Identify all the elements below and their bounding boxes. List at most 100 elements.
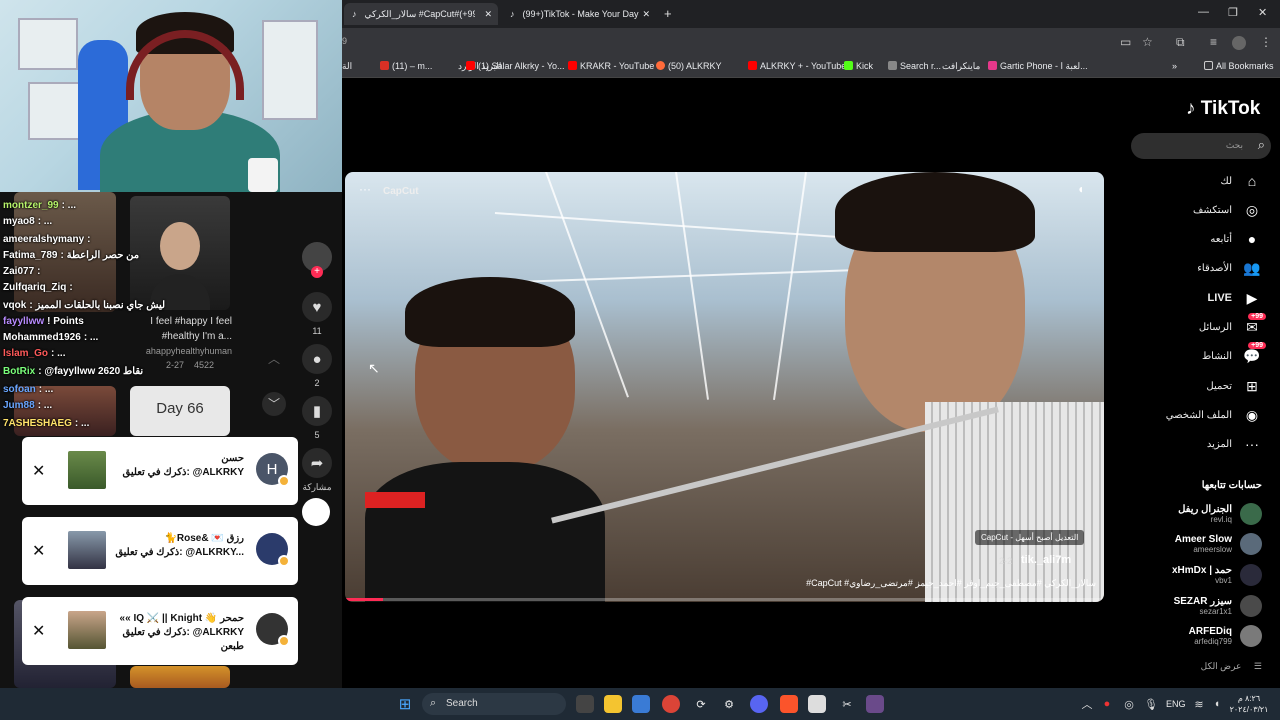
music-disc-icon[interactable] <box>302 498 330 526</box>
star-icon[interactable]: ☆ <box>1142 35 1153 49</box>
following-account[interactable]: الجنرال ريفل revl.iq <box>1178 500 1262 528</box>
minimize-button[interactable]: — <box>1198 6 1209 18</box>
chat-username[interactable]: montzer_99 <box>3 200 59 211</box>
tray-icon[interactable]: ● <box>1098 695 1116 713</box>
bookmark-item[interactable]: (11) – m... <box>380 61 432 71</box>
following-account[interactable]: Ameer Slow ameerslow <box>1175 530 1262 558</box>
nav-item[interactable]: تحميل ⊞ <box>1206 375 1262 397</box>
feed-thumb[interactable] <box>130 666 230 688</box>
following-account[interactable]: ARFEDiq arfediq799 <box>1189 622 1262 650</box>
restore-button[interactable]: ❐ <box>1228 6 1238 19</box>
language-indicator[interactable]: ENG <box>1166 699 1186 709</box>
bookmark-item[interactable]: Kick <box>844 61 873 71</box>
bookmark-item[interactable]: الة <box>342 61 352 72</box>
chat-username[interactable]: ameeralshymany <box>3 234 84 245</box>
all-bookmarks[interactable]: All Bookmarks <box>1204 61 1274 71</box>
feed-card-author[interactable]: ahappyhealthyhuman <box>130 346 232 356</box>
file-explorer-icon[interactable] <box>604 695 622 713</box>
chat-username[interactable]: fayyllww <box>3 316 44 327</box>
feed-thumb-day66[interactable]: Day 66 <box>130 386 230 436</box>
feed-thumb-happy[interactable] <box>130 196 230 310</box>
profile-avatar[interactable] <box>1232 36 1246 50</box>
chat-username[interactable]: vqok <box>3 300 26 311</box>
more-bookmarks-icon[interactable]: » <box>1172 61 1177 71</box>
tiktok-logo[interactable]: ♪ TikTok <box>1186 98 1260 120</box>
volume-icon[interactable]: ◖ <box>1208 695 1226 713</box>
capcut-icon[interactable]: ✂ <box>838 695 856 713</box>
microphone-icon[interactable]: 🎙 <box>1142 695 1160 713</box>
bookmark-item[interactable]: Search r... <box>888 61 941 71</box>
tray-expand-icon[interactable]: ︿ <box>1078 695 1096 713</box>
bookmark-item[interactable]: KRAKR - YouTube <box>568 61 654 71</box>
chat-username[interactable]: Zai077 <box>3 266 34 277</box>
close-window-button[interactable]: ✕ <box>1258 6 1267 19</box>
close-tab-icon[interactable]: ✕ <box>642 9 650 20</box>
tab-tiktok[interactable]: ♪ (99+)TikTok - Make Your Day ✕ <box>502 3 656 25</box>
see-all-link[interactable]: عرض الكل ☰ <box>1201 661 1262 672</box>
wifi-icon[interactable]: ≋ <box>1190 695 1208 713</box>
nav-item[interactable]: استكشف ◎ <box>1193 199 1262 221</box>
chat-username[interactable]: Fatima_789 <box>3 250 57 261</box>
nav-item[interactable]: LIVE ▶ <box>1208 287 1262 309</box>
share-icon[interactable]: ➦ <box>302 448 332 478</box>
nav-item[interactable]: الملف الشخصي ◉ <box>1166 404 1262 426</box>
scroll-up-icon[interactable]: ︿ <box>263 350 285 372</box>
extensions-icon[interactable]: ⧉ <box>1176 35 1185 50</box>
chat-username[interactable]: 7ASHESHAEG <box>3 418 72 429</box>
bookmark-item[interactable]: (50) ALKRKY <box>656 61 722 71</box>
brave-icon[interactable] <box>780 695 798 713</box>
bookmark-icon[interactable]: ▮ <box>302 396 332 426</box>
following-account[interactable]: SEZAR سيزر sezar1x1 <box>1174 592 1262 620</box>
close-icon[interactable]: ✕ <box>32 461 45 481</box>
progress-bar[interactable] <box>345 598 1104 601</box>
close-icon[interactable]: ✕ <box>32 621 45 641</box>
capcut-badge[interactable]: CapCut - التعديل أصبح أسهل <box>975 530 1085 545</box>
tab-capcut[interactable]: ♪ سالار_الكركي #CapCut#(+99) ... ✕ <box>344 3 498 25</box>
nav-item[interactable]: لك ⌂ <box>1221 170 1262 192</box>
store-icon[interactable] <box>632 695 650 713</box>
media-icon[interactable]: ≡ <box>1210 35 1217 49</box>
windows-start-icon[interactable]: ⊞ <box>396 695 414 713</box>
chat-username[interactable]: Jum88 <box>3 400 35 411</box>
follow-plus-icon[interactable]: + <box>311 266 323 278</box>
nav-item[interactable]: الأصدقاء 👥 <box>1197 257 1262 279</box>
clock[interactable]: ٨:٢٦ م ٢٠٢٤/٠٣/٢١ <box>1226 693 1272 715</box>
close-icon[interactable]: ✕ <box>32 541 45 561</box>
bookmark-item[interactable]: Gartic Phone - لعبة ا... <box>988 61 1088 72</box>
app-icon[interactable]: ⟳ <box>692 695 710 713</box>
chrome-icon[interactable] <box>662 695 680 713</box>
nav-item[interactable]: النشاط 💬 +99 <box>1202 342 1266 367</box>
settings-icon[interactable]: ⚙ <box>720 695 738 713</box>
chat-username[interactable]: myao8 <box>3 216 35 227</box>
volume-icon[interactable]: ◖ <box>1077 182 1084 196</box>
new-tab-button[interactable]: + <box>664 6 672 21</box>
video-author[interactable]: tik._ali7m <box>1021 554 1071 566</box>
tray-icon[interactable]: ◎ <box>1120 695 1138 713</box>
url-field[interactable]: 9 <box>342 36 347 46</box>
taskbar-search[interactable]: ⌕ Search <box>422 693 566 715</box>
notification-card[interactable]: ✕ «« IQ ⚔️ || Knight 👋 حمحر ذكرك في تعلي… <box>22 597 298 665</box>
scroll-down-icon[interactable]: ﹀ <box>262 392 286 416</box>
bookmark-item[interactable]: ماينكرافت <box>942 61 980 72</box>
menu-icon[interactable]: ⋮ <box>1260 35 1272 49</box>
search-icon[interactable]: ⌕ <box>1258 137 1265 153</box>
notification-card[interactable]: ✕ حسن ذكرك في تعليق: @ALKRKY H <box>22 437 298 505</box>
close-tab-icon[interactable]: ✕ <box>484 9 492 20</box>
notification-card[interactable]: ✕ 🐈Rose& 💌 رزق ذكرك في تعليق: @ALKRKY... <box>22 517 298 585</box>
app-icon[interactable] <box>808 695 826 713</box>
bookmark-item[interactable]: (1) Salar Alkrky - Yo... <box>466 61 565 71</box>
chat-username[interactable]: sofoan <box>3 384 36 395</box>
heart-icon[interactable]: ♥ <box>302 292 332 322</box>
nav-item[interactable]: الرسائل ✉ +99 <box>1199 313 1266 338</box>
nav-item[interactable]: أتابعه ● <box>1210 228 1262 250</box>
video-player[interactable]: ··· CapCut ◖ CapCut - التعديل أصبح أسهل … <box>345 172 1104 602</box>
chat-username[interactable]: Islam_Go <box>3 348 48 359</box>
app-icon[interactable] <box>866 695 884 713</box>
cast-icon[interactable]: ▭ <box>1120 35 1131 49</box>
chat-username[interactable]: BotRix <box>3 366 35 377</box>
chat-username[interactable]: Mohammed1926 <box>3 332 81 343</box>
discord-icon[interactable] <box>750 695 768 713</box>
more-options-icon[interactable]: ··· <box>359 182 371 196</box>
chat-username[interactable]: Zulfqariq_Ziq <box>3 282 66 293</box>
following-account[interactable]: xHmDx | حمد vbv1 <box>1172 561 1262 589</box>
